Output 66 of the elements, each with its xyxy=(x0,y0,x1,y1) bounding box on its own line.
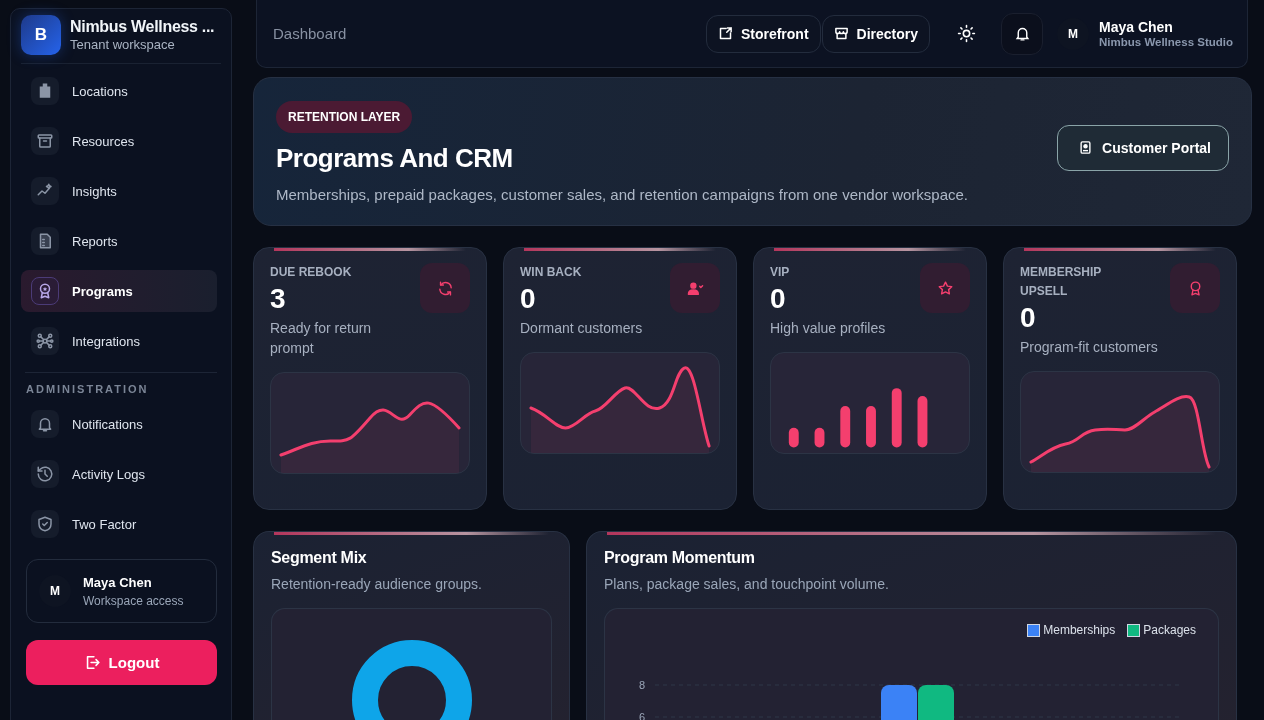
external-link-icon xyxy=(717,26,733,41)
nav-item[interactable]: Programs xyxy=(21,270,217,312)
sparkline-bar xyxy=(891,388,902,448)
notifications-button[interactable] xyxy=(1001,12,1043,55)
logout-button[interactable]: Logout xyxy=(26,640,217,685)
customer-portal-button[interactable]: Customer Portal xyxy=(1057,124,1229,171)
panel-subtitle: Plans, package sales, and touchpoint volume. xyxy=(604,576,890,592)
sparkline-bar xyxy=(866,405,876,448)
stat-value: 3 xyxy=(270,283,287,315)
panel-subtitle: Retention-ready audience groups. xyxy=(271,576,483,592)
stat-description: High value profiles xyxy=(770,319,887,338)
bell-icon xyxy=(1013,25,1031,42)
id-card-icon xyxy=(1078,140,1094,155)
section-heading: ADMINISTRATION xyxy=(25,383,150,395)
organization-name: Nimbus Wellness Studio xyxy=(1099,36,1233,48)
legend-item: Packages xyxy=(1127,623,1196,637)
nav-item[interactable]: Resources xyxy=(21,120,217,162)
brand-logo: B xyxy=(21,15,61,55)
bell-icon xyxy=(36,415,54,433)
storefront-button[interactable]: Storefront xyxy=(705,14,821,53)
panel-title: Program Momentum xyxy=(604,549,756,567)
stat-value: 0 xyxy=(770,283,787,315)
sparkline-bar xyxy=(814,427,825,448)
stat-label: VIP xyxy=(770,264,791,281)
sun-icon xyxy=(956,24,976,43)
chart-bar xyxy=(918,685,954,720)
archive-icon xyxy=(36,132,54,150)
nav-item[interactable]: Notifications xyxy=(21,403,217,445)
user-role: Workspace access xyxy=(83,593,184,608)
shield-icon xyxy=(36,515,54,533)
stat-label: WIN BACK xyxy=(520,264,583,281)
sparkline-bar xyxy=(917,396,928,448)
store-icon xyxy=(833,26,849,41)
chart-bar xyxy=(881,685,917,720)
nav-item[interactable]: Activity Logs xyxy=(21,453,217,495)
history-icon xyxy=(36,465,54,483)
network-icon xyxy=(36,332,54,350)
user-name: Maya Chen xyxy=(1099,19,1174,35)
stat-description: Program-fit customers xyxy=(1020,338,1159,357)
users-icon xyxy=(686,279,704,297)
user-name: Maya Chen xyxy=(83,574,153,590)
nav-item[interactable]: Two Factor xyxy=(21,503,217,545)
breadcrumb: Dashboard xyxy=(273,25,347,42)
star-icon xyxy=(936,279,954,297)
stat-value: 0 xyxy=(520,283,537,315)
stat-value: 0 xyxy=(1020,302,1037,334)
panel-title: Segment Mix xyxy=(271,549,368,567)
page-description: Memberships, prepaid packages, customer sales, and retention campaigns from one vendor workspace. xyxy=(276,185,969,203)
directory-button[interactable]: Directory xyxy=(821,14,930,53)
workspace-name: Nimbus Wellness ... xyxy=(70,18,215,36)
nav-item[interactable]: Integrations xyxy=(21,320,217,362)
stat-label: DUE REBOOK xyxy=(270,264,353,281)
sparkline-bar xyxy=(840,405,851,448)
sparkline-bar xyxy=(788,427,799,448)
stat-description: Ready for return prompt xyxy=(270,319,373,358)
section-badge: RETENTION LAYER xyxy=(276,100,413,133)
legend-item: Memberships xyxy=(1027,623,1116,637)
page-title: Programs And CRM xyxy=(276,142,514,174)
refresh-icon xyxy=(436,279,454,297)
nav-item[interactable]: Reports xyxy=(21,220,217,262)
nav-item[interactable]: Insights xyxy=(21,170,217,212)
nav-item[interactable]: Locations xyxy=(21,70,217,112)
axis-tick-label: 8 xyxy=(638,679,645,691)
stat-description: Dormant customers xyxy=(520,319,644,338)
stat-label: MEMBERSHIP UPSELL xyxy=(1020,264,1103,300)
workspace-subtitle: Tenant workspace xyxy=(70,37,176,52)
